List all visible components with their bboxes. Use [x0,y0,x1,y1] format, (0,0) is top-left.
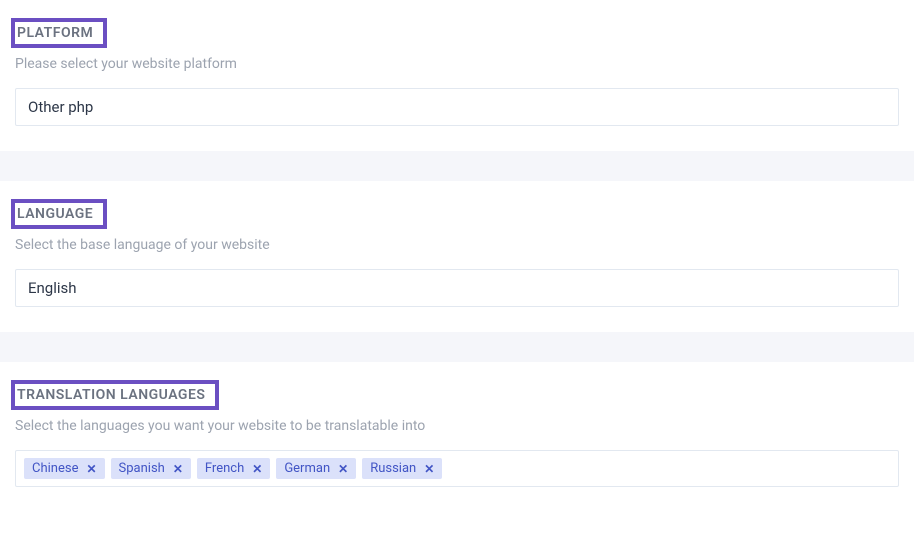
section-divider [0,332,914,362]
language-tag: French ✕ [197,458,270,479]
language-tag: Spanish ✕ [111,458,191,479]
language-tag: German ✕ [276,458,356,479]
translation-languages-section: TRANSLATION LANGUAGES Select the languag… [0,362,914,502]
language-section: LANGUAGE Select the base language of you… [0,181,914,332]
platform-section: PLATFORM Please select your website plat… [0,0,914,151]
translation-languages-title: TRANSLATION LANGUAGES [11,380,219,410]
translation-languages-tags[interactable]: Chinese ✕ Spanish ✕ French ✕ German ✕ Russian ✕ [15,450,899,487]
language-tag-label: Chinese [32,461,78,476]
platform-title: PLATFORM [11,18,107,48]
language-selected-value: English [28,279,77,297]
language-tag-label: Russian [370,461,416,476]
language-tag: Russian ✕ [362,458,442,479]
close-icon[interactable]: ✕ [173,463,183,475]
close-icon[interactable]: ✕ [338,463,348,475]
platform-selected-value: Other php [28,98,93,116]
language-tag-label: French [205,461,244,476]
language-select[interactable]: English [15,269,899,307]
translation-languages-subtitle: Select the languages you want your websi… [15,418,899,434]
platform-subtitle: Please select your website platform [15,56,899,72]
close-icon[interactable]: ✕ [424,463,434,475]
close-icon[interactable]: ✕ [86,463,96,475]
language-subtitle: Select the base language of your website [15,237,899,253]
section-divider [0,151,914,181]
language-tag: Chinese ✕ [24,458,105,479]
close-icon[interactable]: ✕ [252,463,262,475]
platform-select[interactable]: Other php [15,88,899,126]
language-title: LANGUAGE [11,199,107,229]
language-tag-label: Spanish [119,461,165,476]
language-tag-label: German [284,461,330,476]
